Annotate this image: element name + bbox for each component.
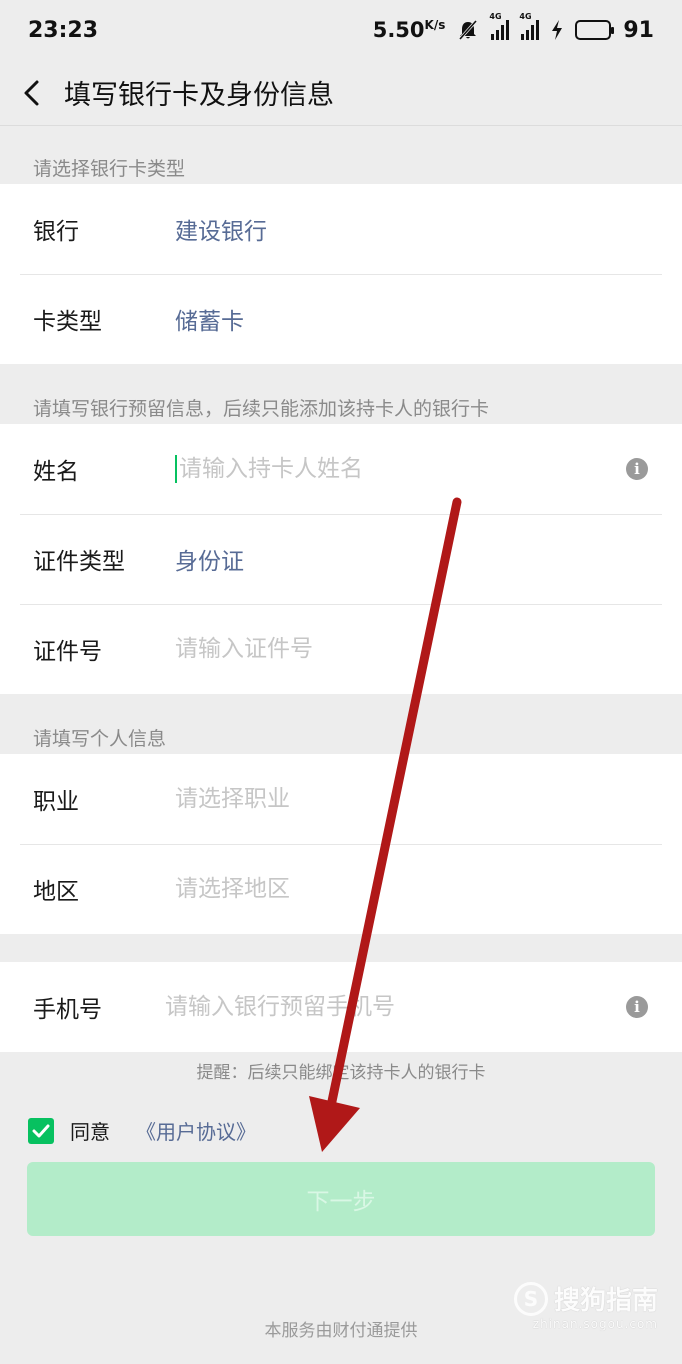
- row-id-type[interactable]: 证件类型 身份证: [0, 514, 682, 604]
- watermark-url: zhinan.sogou.com: [532, 1317, 658, 1331]
- sogou-logo-icon: S: [513, 1281, 548, 1316]
- row-name: 姓名 i: [0, 424, 682, 514]
- bank-card-group: 银行 建设银行 卡类型 储蓄卡: [0, 184, 682, 364]
- id-type-label: 证件类型: [33, 549, 125, 575]
- identity-group: 姓名 i 证件类型 身份证 证件号: [0, 424, 682, 694]
- nav-bar: 填写银行卡及身份信息: [0, 60, 682, 126]
- back-button[interactable]: [0, 60, 64, 126]
- charging-bolt-icon: [552, 20, 563, 40]
- phone-input[interactable]: [165, 994, 585, 1020]
- status-bar: 23:23 5.50K/s 4G 4G 91: [0, 0, 682, 60]
- row-card-type[interactable]: 卡类型 储蓄卡: [0, 274, 682, 364]
- section-label-bank: 请选择银行卡类型: [33, 158, 186, 180]
- phone-label: 手机号: [33, 997, 102, 1023]
- card-type-value: 储蓄卡: [175, 309, 244, 335]
- bank-value: 建设银行: [175, 219, 267, 245]
- agreement-row: 同意 《用户协议》: [28, 1116, 256, 1145]
- user-agreement-link[interactable]: 《用户协议》: [136, 1116, 256, 1145]
- phone-group: 手机号 i: [0, 962, 682, 1052]
- row-occupation[interactable]: 职业: [0, 754, 682, 844]
- row-bank[interactable]: 银行 建设银行: [0, 184, 682, 274]
- watermark-text: 搜狗指南: [553, 1286, 658, 1316]
- status-time: 23:23: [28, 17, 99, 43]
- phone-info-icon[interactable]: i: [626, 996, 648, 1018]
- card-type-label: 卡类型: [33, 309, 102, 335]
- occupation-select[interactable]: [175, 786, 595, 812]
- battery-percent: 91: [623, 17, 654, 43]
- battery-icon: [575, 20, 615, 40]
- occupation-label: 职业: [33, 789, 79, 815]
- bank-label: 银行: [33, 219, 79, 245]
- name-input[interactable]: [179, 456, 599, 482]
- chevron-left-icon: [24, 80, 39, 105]
- info-icon[interactable]: i: [626, 458, 648, 480]
- id-number-label: 证件号: [33, 639, 102, 665]
- region-select[interactable]: [175, 876, 595, 902]
- row-id-number: 证件号: [0, 604, 682, 694]
- agree-text: 同意: [70, 1120, 110, 1144]
- status-icons: 5.50K/s 4G 4G 91: [372, 12, 654, 43]
- binding-hint: 提醒：后续只能绑定该持卡人的银行卡: [196, 1063, 486, 1083]
- name-label: 姓名: [33, 459, 79, 485]
- network-speed: 5.50K/s: [372, 18, 446, 42]
- row-region[interactable]: 地区: [0, 844, 682, 934]
- checkmark-icon: [32, 1124, 50, 1137]
- personal-group: 职业 地区: [0, 754, 682, 934]
- mute-bell-icon: [459, 20, 478, 40]
- page-title: 填写银行卡及身份信息: [64, 80, 334, 111]
- id-type-value: 身份证: [175, 549, 244, 575]
- section-label-personal: 请填写个人信息: [33, 728, 167, 750]
- agree-checkbox[interactable]: [28, 1117, 54, 1144]
- row-phone: 手机号 i: [0, 962, 682, 1052]
- next-step-button[interactable]: 下一步: [27, 1162, 655, 1236]
- signal-strength-icon: 4G: [489, 12, 510, 40]
- signal-strength-icon-2: 4G: [519, 12, 540, 40]
- sogou-watermark: S 搜狗指南 zhinan.sogou.com: [513, 1280, 658, 1331]
- id-number-input[interactable]: [175, 636, 595, 662]
- section-label-identity: 请填写银行预留信息，后续只能添加该持卡人的银行卡: [33, 398, 490, 420]
- region-label: 地区: [33, 879, 79, 905]
- text-cursor: [175, 455, 177, 483]
